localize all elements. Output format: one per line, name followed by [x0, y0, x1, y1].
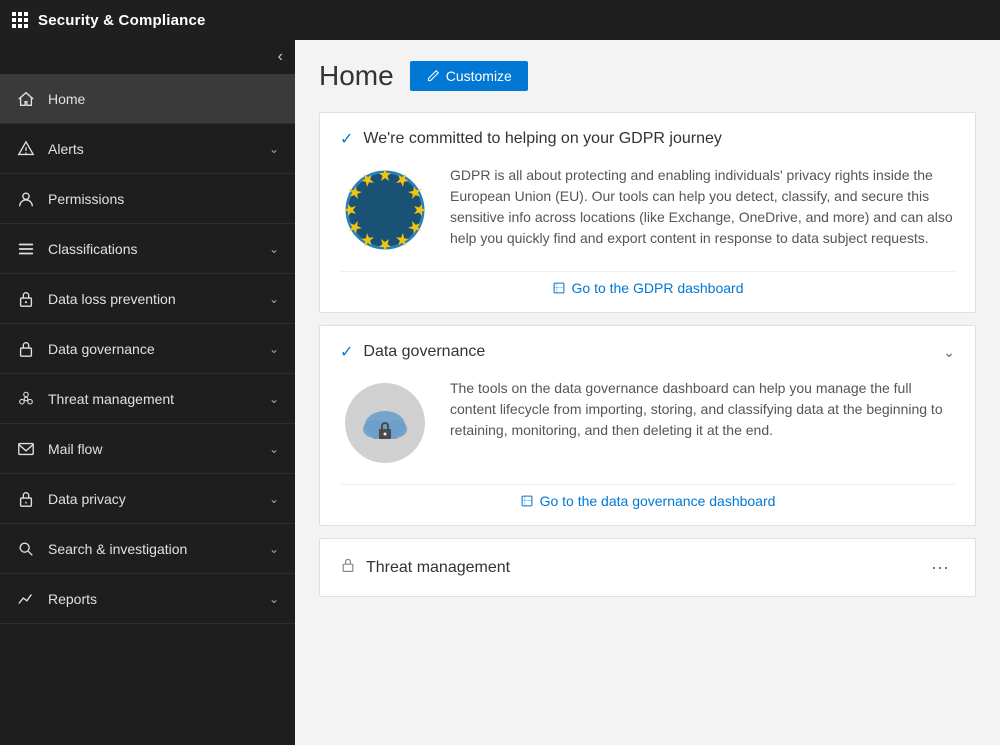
- chevron-down-icon: ⌄: [269, 592, 279, 606]
- sidebar: ‹ Home Alerts ⌄: [0, 40, 295, 745]
- ellipsis-button[interactable]: ···: [925, 555, 955, 580]
- sidebar-collapse-button[interactable]: ‹: [0, 40, 295, 74]
- gdpr-card: ✓ We're committed to helping on your GDP…: [319, 112, 976, 313]
- data-governance-card-body: The tools on the data governance dashboa…: [340, 378, 955, 468]
- check-icon: ✓: [340, 129, 353, 149]
- apps-icon[interactable]: [12, 12, 28, 28]
- sidebar-item-home[interactable]: Home: [0, 74, 295, 124]
- sidebar-item-mail-flow-label: Mail flow: [48, 441, 269, 457]
- chevron-down-icon: ⌄: [269, 342, 279, 356]
- lock2-icon: [16, 339, 36, 359]
- sidebar-item-permissions-label: Permissions: [48, 191, 279, 207]
- threat-management-card-header[interactable]: Threat management ···: [340, 555, 955, 580]
- data-governance-dashboard-link[interactable]: Go to the data governance dashboard: [340, 484, 955, 509]
- alert-icon: [16, 139, 36, 159]
- sidebar-item-threat-management[interactable]: Threat management ⌄: [0, 374, 295, 424]
- gdpr-card-title: We're committed to helping on your GDPR …: [363, 130, 721, 148]
- lock-icon: [340, 557, 356, 578]
- sidebar-item-alerts[interactable]: Alerts ⌄: [0, 124, 295, 174]
- chevron-down-icon: ⌄: [269, 542, 279, 556]
- gdpr-card-header[interactable]: ✓ We're committed to helping on your GDP…: [340, 129, 955, 149]
- gdpr-card-text: GDPR is all about protecting and enablin…: [450, 165, 955, 249]
- chevron-down-icon: ⌄: [269, 442, 279, 456]
- chevron-down-icon: ⌄: [269, 392, 279, 406]
- sidebar-item-search-investigation-label: Search & investigation: [48, 541, 269, 557]
- sidebar-item-reports-label: Reports: [48, 591, 269, 607]
- eu-flag-image: [340, 165, 430, 255]
- content-header: Home Customize: [319, 60, 976, 92]
- chart-icon: [16, 589, 36, 609]
- sidebar-item-mail-flow[interactable]: Mail flow ⌄: [0, 424, 295, 474]
- data-governance-header-left: ✓ Data governance: [340, 342, 485, 362]
- sidebar-item-data-loss-label: Data loss prevention: [48, 291, 269, 307]
- cloud-governance-image: [340, 378, 430, 468]
- mail-icon: [16, 439, 36, 459]
- search-icon: [16, 539, 36, 559]
- list-icon: [16, 239, 36, 259]
- sidebar-item-classifications[interactable]: Classifications ⌄: [0, 224, 295, 274]
- threat-management-header-left: Threat management: [340, 557, 510, 578]
- sidebar-item-home-label: Home: [48, 91, 279, 107]
- lock-icon: [16, 289, 36, 309]
- data-governance-card-title: Data governance: [363, 343, 485, 361]
- top-bar: Security & Compliance: [0, 0, 1000, 40]
- sidebar-item-search-investigation[interactable]: Search & investigation ⌄: [0, 524, 295, 574]
- sidebar-item-classifications-label: Classifications: [48, 241, 269, 257]
- data-governance-card-header[interactable]: ✓ Data governance ⌄: [340, 342, 955, 362]
- sidebar-item-data-loss-prevention[interactable]: Data loss prevention ⌄: [0, 274, 295, 324]
- biohazard-icon: [16, 389, 36, 409]
- sidebar-item-permissions[interactable]: Permissions: [0, 174, 295, 224]
- chevron-left-icon: ‹: [278, 48, 283, 66]
- person-icon: [16, 189, 36, 209]
- chevron-down-icon: ⌄: [269, 242, 279, 256]
- privacy-lock-icon: [16, 489, 36, 509]
- chevron-down-icon: ⌄: [269, 142, 279, 156]
- chevron-down-icon: ⌄: [943, 344, 955, 361]
- check-icon: ✓: [340, 342, 353, 362]
- gdpr-dashboard-link[interactable]: Go to the GDPR dashboard: [340, 271, 955, 296]
- sidebar-item-data-governance[interactable]: Data governance ⌄: [0, 324, 295, 374]
- sidebar-item-alerts-label: Alerts: [48, 141, 269, 157]
- sidebar-item-data-governance-label: Data governance: [48, 341, 269, 357]
- sidebar-item-data-privacy-label: Data privacy: [48, 491, 269, 507]
- chevron-down-icon: ⌄: [269, 492, 279, 506]
- data-governance-card-text: The tools on the data governance dashboa…: [450, 378, 955, 441]
- data-governance-card: ✓ Data governance ⌄: [319, 325, 976, 526]
- threat-management-card: Threat management ···: [319, 538, 976, 597]
- gdpr-header-left: ✓ We're committed to helping on your GDP…: [340, 129, 722, 149]
- page-title: Home: [319, 60, 394, 92]
- chevron-down-icon: ⌄: [269, 292, 279, 306]
- data-governance-link-text: Go to the data governance dashboard: [540, 493, 776, 509]
- sidebar-item-data-privacy[interactable]: Data privacy ⌄: [0, 474, 295, 524]
- app-title: Security & Compliance: [38, 12, 206, 29]
- sidebar-item-reports[interactable]: Reports ⌄: [0, 574, 295, 624]
- gdpr-link-text: Go to the GDPR dashboard: [572, 280, 744, 296]
- sidebar-item-threat-management-label: Threat management: [48, 391, 269, 407]
- content-area: Home Customize ✓ We're committed to help…: [295, 40, 1000, 745]
- gdpr-card-body: GDPR is all about protecting and enablin…: [340, 165, 955, 255]
- customize-button[interactable]: Customize: [410, 61, 528, 91]
- threat-management-card-title: Threat management: [366, 559, 510, 577]
- customize-label: Customize: [446, 68, 512, 84]
- main-layout: ‹ Home Alerts ⌄: [0, 40, 1000, 745]
- home-icon: [16, 89, 36, 109]
